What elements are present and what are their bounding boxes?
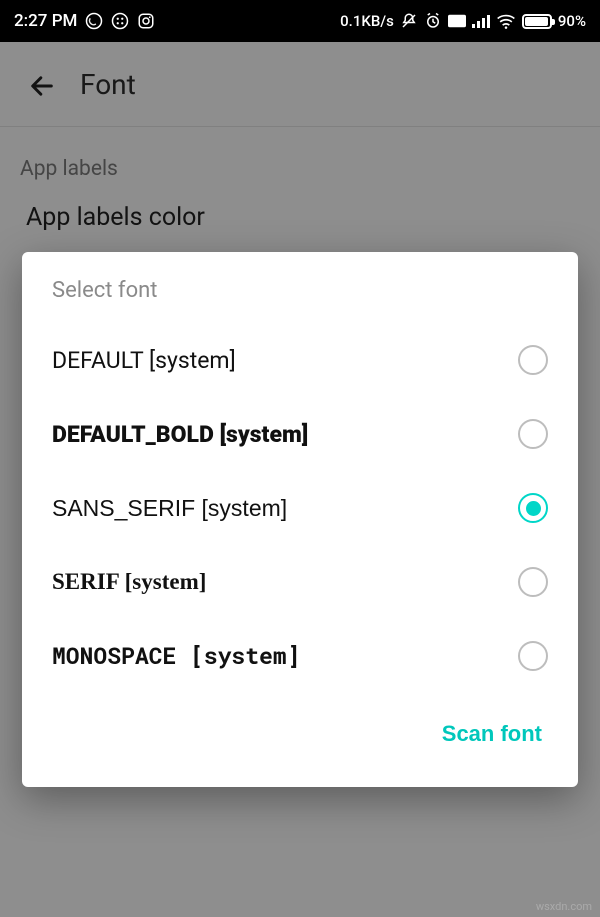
status-right: 0.1KB/s 90% [340,12,586,30]
status-battery-pct: 90% [558,12,586,30]
radio-icon [518,567,548,597]
volte-icon [448,14,466,28]
font-option-default[interactable]: DEFAULT [system] [22,323,578,397]
font-option-serif[interactable]: SERIF [system] [22,545,578,619]
font-option-label: MONOSPACE [system] [52,641,300,671]
signal-icon [472,14,490,28]
wifi-icon [496,13,516,29]
font-option-sans-serif[interactable]: SANS_SERIF [system] [22,471,578,545]
dialog-actions: Scan font [22,699,578,773]
font-option-monospace[interactable]: MONOSPACE [system] [22,619,578,693]
status-time: 2:27 PM [14,11,77,31]
app-grid-icon [111,12,129,30]
status-datarate: 0.1KB/s [340,12,394,30]
dialog-title: Select font [22,278,578,317]
font-option-label: DEFAULT [system] [52,347,236,374]
font-option-label: SERIF [system] [52,569,206,595]
font-option-label: SANS_SERIF [system] [52,495,287,522]
radio-icon [518,419,548,449]
watermark: wsxdn.com [536,900,592,913]
font-option-label: DEFAULT_BOLD [system] [52,421,308,448]
select-font-dialog: Select font DEFAULT [system] DEFAULT_BOL… [22,252,578,787]
alarm-icon [424,12,442,30]
status-bar: 2:27 PM 0.1KB/s 90% [0,0,600,42]
instagram-icon [137,12,155,30]
scan-font-button[interactable]: Scan font [436,713,548,755]
radio-icon-selected [518,493,548,523]
battery-icon [522,14,552,29]
radio-icon [518,345,548,375]
mute-icon [400,12,418,30]
font-option-default-bold[interactable]: DEFAULT_BOLD [system] [22,397,578,471]
radio-icon [518,641,548,671]
whatsapp-icon [85,12,103,30]
status-left: 2:27 PM [14,11,155,31]
font-options-list: DEFAULT [system] DEFAULT_BOLD [system] S… [22,317,578,699]
